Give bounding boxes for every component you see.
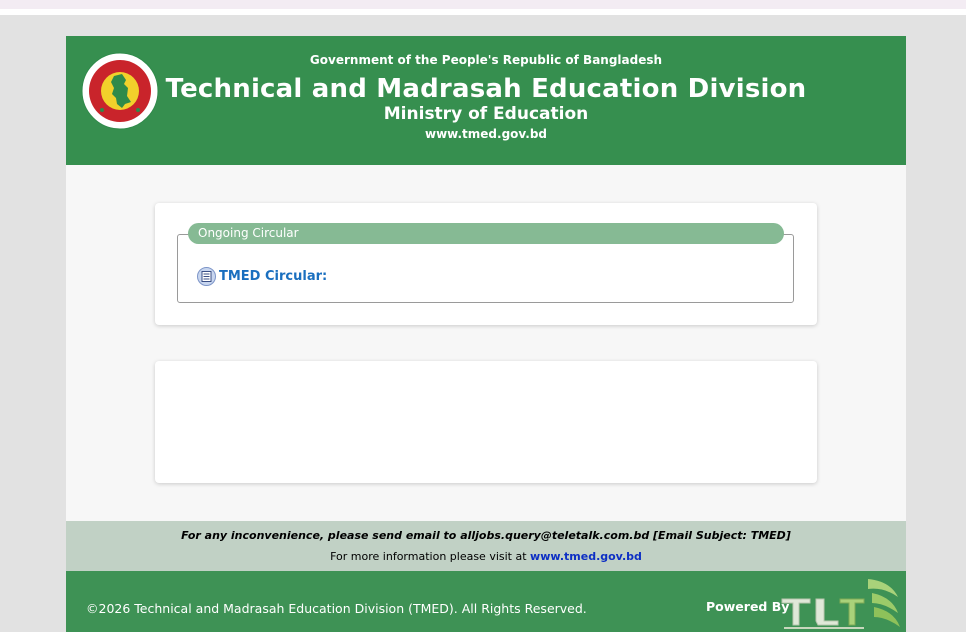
site-header: Government of the People's Republic of B… (66, 36, 906, 165)
copyright-text: ©2026 Technical and Madrasah Education D… (86, 601, 587, 616)
teletalk-logo-icon[interactable] (780, 577, 906, 632)
more-info-line: For more information please visit at www… (66, 550, 906, 563)
ministry-label: Ministry of Education (383, 104, 589, 124)
more-info-text: For more information please visit at (330, 550, 527, 563)
ongoing-circular-legend: Ongoing Circular (188, 223, 784, 244)
empty-content-card (155, 361, 817, 483)
document-icon (197, 266, 216, 286)
tmed-circular-label: TMED Circular: (219, 268, 328, 284)
powered-by-label: Powered By (706, 599, 790, 614)
notice-bar: For any inconvenience, please send email… (66, 521, 906, 571)
website-label: www.tmed.gov.bd (425, 127, 547, 141)
top-accent-strip (0, 0, 966, 9)
browser-top-strip (0, 0, 966, 15)
support-email-notice: For any inconvenience, please send email… (181, 529, 791, 542)
page-container: Government of the People's Republic of B… (66, 36, 906, 632)
division-title: Technical and Madrasah Education Divisio… (165, 74, 807, 104)
government-label: Government of the People's Republic of B… (309, 53, 663, 67)
tmed-website-link[interactable]: www.tmed.gov.bd (530, 550, 642, 563)
ongoing-circular-card: Ongoing Circular TMED Circular: (155, 203, 817, 325)
tmed-circular-link[interactable]: TMED Circular: (197, 266, 327, 286)
site-footer: ©2026 Technical and Madrasah Education D… (66, 571, 906, 632)
